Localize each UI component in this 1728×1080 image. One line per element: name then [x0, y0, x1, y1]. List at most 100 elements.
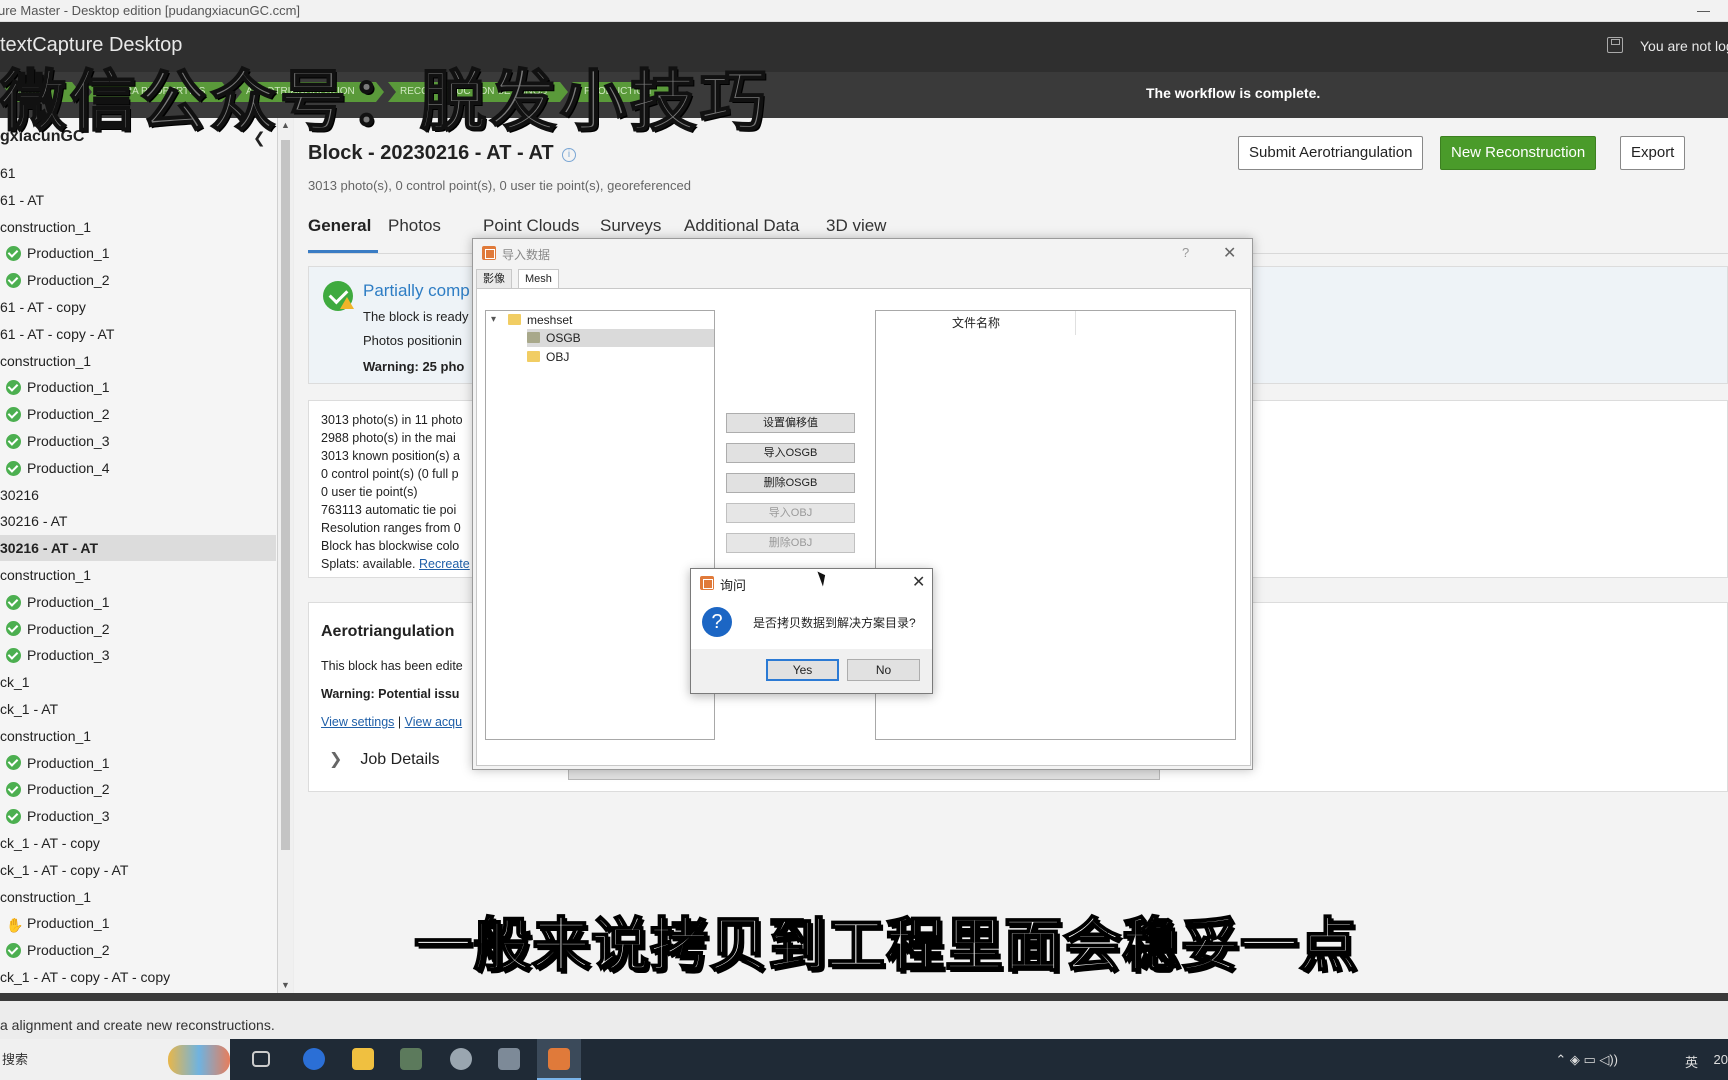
sidebar-item[interactable]: ✋ Production_1	[0, 910, 276, 936]
sidebar-item[interactable]: ck_1 - AT - copy	[0, 830, 276, 856]
tree-node-osgb[interactable]: OSGB	[527, 329, 714, 347]
confirm-dialog-body: ? 是否拷贝数据到解决方案目录?	[691, 597, 932, 649]
confirm-dialog: 询问 ✕ ? 是否拷贝数据到解决方案目录? Yes No	[690, 568, 933, 694]
sidebar-item[interactable]: Production_3	[0, 803, 276, 829]
sidebar-item[interactable]: construction_1	[0, 562, 276, 588]
close-icon[interactable]: ✕	[1223, 243, 1236, 263]
sidebar-item[interactable]: Production_3	[0, 428, 276, 454]
sidebar-item[interactable]: Production_1	[0, 374, 276, 400]
sidebar-item[interactable]: ck_1 - AT - copy - AT - copy	[0, 964, 276, 990]
sidebar-item[interactable]: Production_1	[0, 750, 276, 776]
completed-check-icon	[6, 942, 21, 958]
file-explorer-icon[interactable]	[352, 1048, 374, 1070]
sidebar-item[interactable]: construction_1	[0, 723, 276, 749]
import-tool-icon[interactable]	[548, 1048, 570, 1070]
app-launcher-icon[interactable]	[303, 1048, 325, 1070]
export-button[interactable]: Export	[1620, 136, 1686, 170]
sidebar-item-label: ck_1 - AT - copy	[0, 835, 100, 851]
tree-node-label: OSGB	[546, 331, 581, 345]
tree-node-obj[interactable]: OBJ	[527, 348, 714, 366]
info-icon[interactable]: i	[562, 148, 576, 162]
tray-icons[interactable]: ⌃ ◈ ▭ ◁))	[1555, 1052, 1618, 1068]
sidebar-item[interactable]: ck_1 - AT	[0, 696, 276, 722]
tab-photos[interactable]: Photos	[388, 216, 441, 236]
clock[interactable]: 20	[1714, 1052, 1728, 1067]
save-icon[interactable]	[1607, 37, 1623, 53]
sidebar-item[interactable]: construction_1	[0, 884, 276, 910]
sidebar-item[interactable]: 61 - AT - copy	[0, 294, 276, 320]
sidebar-item[interactable]: Production_2	[0, 267, 276, 293]
close-icon[interactable]: ✕	[912, 572, 925, 592]
tab-surveys[interactable]: Surveys	[600, 216, 661, 236]
new-reconstruction-button[interactable]: New Reconstruction	[1440, 136, 1597, 170]
completed-check-icon	[6, 272, 21, 288]
sidebar-item[interactable]: Production_3	[0, 642, 276, 668]
sidebar-item[interactable]: Production_2	[0, 776, 276, 802]
sidebar-item[interactable]: 61 - AT - copy - AT	[0, 321, 276, 347]
sidebar-item[interactable]: construction_1	[0, 214, 276, 240]
tab-general[interactable]: General	[308, 216, 371, 236]
status-message: a alignment and create new reconstructio…	[0, 1001, 1728, 1039]
tab-point-clouds[interactable]: Point Clouds	[483, 216, 579, 236]
view-settings-link[interactable]: View settings	[321, 715, 394, 729]
sidebar-item[interactable]: 61	[0, 160, 276, 186]
sidebar-item-label: ck_1 - AT - copy - AT - copy	[0, 969, 171, 985]
chevron-down-icon[interactable]: ▾	[491, 314, 496, 325]
import-osgb-button[interactable]: 导入OSGB	[726, 443, 855, 463]
sidebar-item-label: Production_3	[27, 808, 110, 825]
video-caption: 一般来说拷贝到工程里面会稳妥一点	[413, 910, 1359, 980]
sidebar-item-label: Production_4	[27, 459, 110, 476]
view-acquisition-link[interactable]: View acqu	[405, 715, 462, 729]
sidebar-item-label: construction_1	[0, 218, 92, 235]
tab-additional-data[interactable]: Additional Data	[684, 216, 799, 236]
sidebar-item[interactable]: 61 - AT	[0, 187, 276, 213]
import-obj-button[interactable]: 导入OBJ	[726, 503, 855, 523]
completed-check-icon	[6, 621, 21, 637]
tab-images[interactable]: 影像	[476, 269, 512, 289]
set-offset-button[interactable]: 设置偏移值	[726, 413, 855, 433]
tab-3d-view[interactable]: 3D view	[826, 216, 886, 236]
sidebar-item[interactable]: ck_1 - AT - copy - AT	[0, 857, 276, 883]
job-details-toggle[interactable]: ❯ Job Details	[329, 749, 440, 769]
sidebar-item-label: 61	[0, 165, 16, 181]
submit-aerotriangulation-button[interactable]: Submit Aerotriangulation	[1238, 136, 1424, 170]
sidebar-item[interactable]: Production_2	[0, 616, 276, 642]
yes-button[interactable]: Yes	[766, 659, 839, 681]
scroll-down-icon[interactable]: ▼	[281, 980, 290, 990]
sidebar-item-label: construction_1	[0, 352, 92, 369]
sidebar-scrollbar[interactable]: ▲ ▼	[278, 118, 293, 993]
sidebar-item-label: Production_1	[27, 915, 110, 932]
app-icon[interactable]	[498, 1048, 520, 1070]
help-button[interactable]: ?	[1182, 245, 1189, 260]
folder-icon	[508, 314, 521, 326]
delete-osgb-button[interactable]: 删除OSGB	[726, 473, 855, 493]
completed-check-icon	[6, 246, 21, 262]
sidebar-item[interactable]: 30216 - AT - AT	[0, 535, 276, 562]
sidebar-item[interactable]: Production_4	[0, 455, 276, 481]
minimize-button[interactable]: —	[1697, 0, 1710, 22]
recreate-link[interactable]: Recreate	[419, 557, 470, 571]
sidebar-item[interactable]: Production_2	[0, 937, 276, 963]
sidebar-item[interactable]: 30216	[0, 482, 276, 508]
sidebar-item[interactable]: construction_1	[0, 348, 276, 374]
sidebar-item[interactable]: ck_1	[0, 669, 276, 695]
delete-obj-button[interactable]: 删除OBJ	[726, 533, 855, 553]
app-icon[interactable]	[450, 1048, 472, 1070]
ime-indicator[interactable]: 英	[1685, 1052, 1698, 1071]
task-view-icon[interactable]	[252, 1051, 270, 1067]
no-button[interactable]: No	[847, 659, 920, 681]
sidebar-item-label: 30216 - AT - AT	[0, 540, 99, 557]
sidebar-item[interactable]: 30216 - AT	[0, 508, 276, 534]
sidebar-item[interactable]: Production_1	[0, 240, 276, 266]
file-name-column-header[interactable]: 文件名称	[876, 311, 1076, 335]
user-status[interactable]: You are not log	[1640, 38, 1728, 54]
tab-mesh[interactable]: Mesh	[518, 269, 559, 289]
app-icon[interactable]	[400, 1048, 422, 1070]
scrollbar-thumb[interactable]	[281, 140, 290, 850]
tree-node-meshset[interactable]: meshset	[508, 311, 708, 329]
sidebar-item-label: construction_1	[0, 727, 92, 744]
sidebar-item[interactable]: Production_2	[0, 401, 276, 427]
sidebar-item[interactable]: Production_1	[0, 589, 276, 615]
completed-check-icon	[6, 460, 21, 476]
completed-check-icon	[6, 755, 21, 771]
